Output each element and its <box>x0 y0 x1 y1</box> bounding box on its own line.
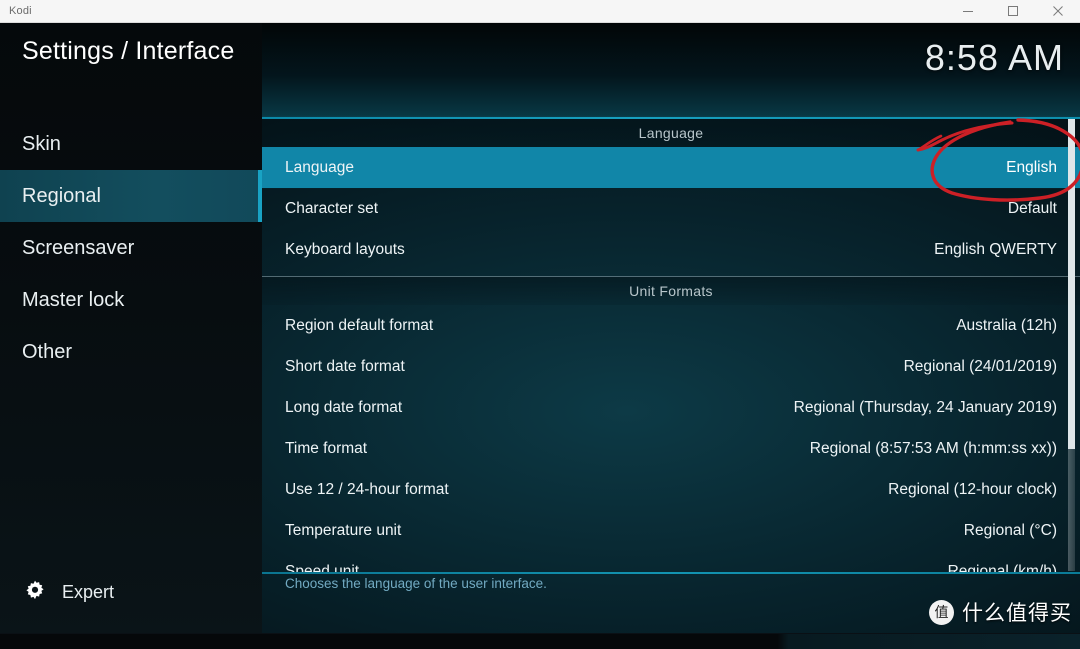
watermark-text: 什么值得买 <box>962 601 1072 625</box>
setting-label: Region default format <box>285 316 434 334</box>
watermark-badge: 值 <box>929 599 954 625</box>
group-header-language: Language <box>262 119 1080 147</box>
setting-value: Regional (8:57:53 AM (h:mm:ss xx)) <box>809 439 1057 457</box>
sidebar-item-label: Regional <box>22 184 101 207</box>
setting-row-temperature-unit[interactable]: Temperature unit Regional (°C) <box>262 510 1080 551</box>
setting-value: Regional (12-hour clock) <box>888 480 1057 498</box>
setting-label: Language <box>285 158 354 176</box>
screenshot-root: Kodi 8:58 AM Settings / Interface Skin R… <box>0 0 1080 649</box>
settings-level-toggle[interactable]: Expert <box>22 579 114 605</box>
sidebar-item-label: Other <box>22 340 73 363</box>
setting-value: Regional (km/h) <box>947 562 1057 573</box>
setting-label: Character set <box>285 199 379 217</box>
group-header-unit-formats: Unit Formats <box>262 276 1080 305</box>
setting-value: English <box>1006 158 1057 176</box>
kodi-window: 8:58 AM Settings / Interface Skin Region… <box>0 23 1080 649</box>
setting-label: Use 12 / 24-hour format <box>285 480 449 498</box>
sidebar: Settings / Interface Skin Regional Scree… <box>0 23 262 649</box>
setting-label: Time format <box>285 439 368 457</box>
sidebar-item-label: Master lock <box>22 288 125 311</box>
setting-value: Regional (24/01/2019) <box>903 357 1057 375</box>
sidebar-item-regional[interactable]: Regional <box>0 170 262 222</box>
setting-row-keyboard-layouts[interactable]: Keyboard layouts English QWERTY <box>262 229 1080 270</box>
sidebar-item-other[interactable]: Other <box>0 326 262 378</box>
settings-scrollbar-thumb[interactable] <box>1068 119 1075 449</box>
settings-scrollbar-track[interactable] <box>1068 119 1075 571</box>
sidebar-item-label: Screensaver <box>22 236 135 259</box>
setting-value: Regional (Thursday, 24 January 2019) <box>793 398 1057 416</box>
window-title: Kodi <box>9 5 32 17</box>
window-titlebar: Kodi <box>0 0 1080 23</box>
setting-label: Speed unit <box>285 562 360 573</box>
help-separator <box>262 572 1080 574</box>
maximize-icon <box>1007 6 1018 16</box>
setting-row-character-set[interactable]: Character set Default <box>262 188 1080 229</box>
setting-row-speed-unit[interactable]: Speed unit Regional (km/h) <box>262 551 1080 573</box>
setting-label: Keyboard layouts <box>285 240 405 258</box>
minimize-icon <box>962 11 973 12</box>
setting-row-long-date-format[interactable]: Long date format Regional (Thursday, 24 … <box>262 387 1080 428</box>
close-icon <box>1052 6 1063 16</box>
sidebar-item-skin[interactable]: Skin <box>0 118 262 170</box>
setting-label: Temperature unit <box>285 521 402 539</box>
minimize-button[interactable] <box>945 0 990 22</box>
setting-row-short-date-format[interactable]: Short date format Regional (24/01/2019) <box>262 346 1080 387</box>
sidebar-item-label: Skin <box>22 132 61 155</box>
maximize-button[interactable] <box>990 0 1035 22</box>
setting-value: Default <box>1007 199 1057 217</box>
setting-label: Short date format <box>285 357 405 375</box>
setting-value: Australia (12h) <box>956 316 1057 334</box>
setting-row-time-format[interactable]: Time format Regional (8:57:53 AM (h:mm:s… <box>262 428 1080 469</box>
close-button[interactable] <box>1035 0 1080 22</box>
page-title: Settings / Interface <box>22 37 235 65</box>
sidebar-item-screensaver[interactable]: Screensaver <box>0 222 262 274</box>
footer-strip <box>0 633 1080 649</box>
sidebar-item-master-lock[interactable]: Master lock <box>0 274 262 326</box>
setting-row-region-default-format[interactable]: Region default format Australia (12h) <box>262 305 1080 346</box>
watermark: 值 什么值得买 <box>929 597 1072 627</box>
sidebar-nav: Skin Regional Screensaver Master lock Ot… <box>0 118 262 378</box>
settings-level-label: Expert <box>62 581 115 602</box>
gear-icon <box>26 580 44 600</box>
setting-row-use-12-24-hour-format[interactable]: Use 12 / 24-hour format Regional (12-hou… <box>262 469 1080 510</box>
setting-value: English QWERTY <box>934 240 1057 258</box>
clock: 8:58 AM <box>924 37 1064 78</box>
setting-value: Regional (°C) <box>963 521 1057 539</box>
settings-list: Language Language English Character set … <box>262 119 1080 572</box>
setting-label: Long date format <box>285 398 403 416</box>
setting-row-language[interactable]: Language English <box>262 147 1080 189</box>
setting-help-text: Chooses the language of the user interfa… <box>285 576 547 591</box>
